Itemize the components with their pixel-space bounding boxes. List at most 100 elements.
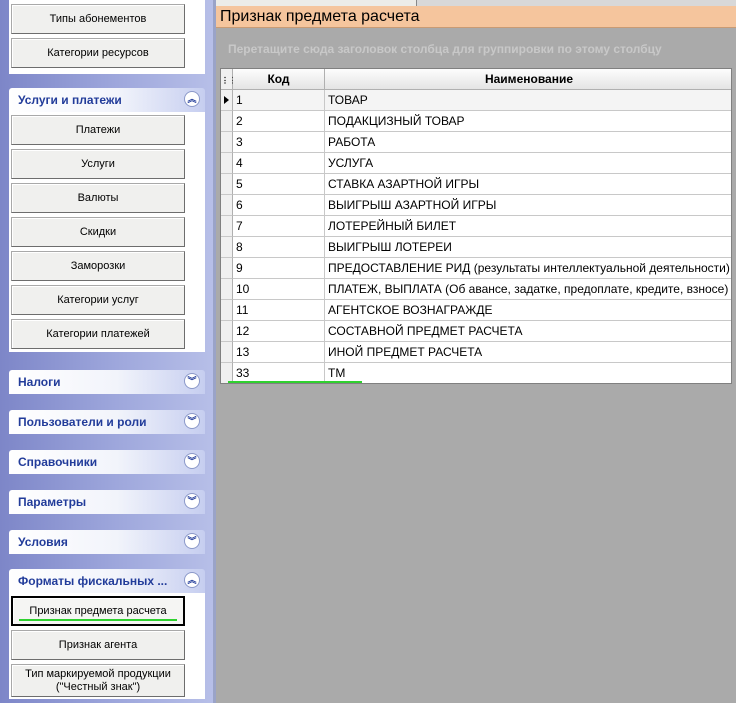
row-indicator[interactable] xyxy=(221,174,233,195)
cell-code[interactable]: 6 xyxy=(233,195,325,216)
row-indicator[interactable] xyxy=(221,132,233,153)
group-by-panel[interactable]: Перетащите сюда заголовок столбца для гр… xyxy=(216,28,736,66)
cell-name[interactable]: ВЫИГРЫШ АЗАРТНОЙ ИГРЫ xyxy=(325,195,731,216)
cell-code[interactable]: 2 xyxy=(233,111,325,132)
table-row[interactable]: 12 СОСТАВНОЙ ПРЕДМЕТ РАСЧЕТА xyxy=(221,321,731,342)
row-indicator[interactable] xyxy=(221,321,233,342)
table-row[interactable]: 8 ВЫИГРЫШ ЛОТЕРЕИ xyxy=(221,237,731,258)
chevron-down-icon[interactable]: ︾ xyxy=(184,533,200,549)
row-indicator[interactable] xyxy=(221,342,233,363)
column-header-name[interactable]: Наименование xyxy=(325,69,731,90)
cell-name[interactable]: ПОДАКЦИЗНЫЙ ТОВАР xyxy=(325,111,731,132)
cell-code[interactable]: 3 xyxy=(233,132,325,153)
cell-code[interactable]: 4 xyxy=(233,153,325,174)
navigation-panel: Типы абонементов Категории ресурсов Услу… xyxy=(0,0,213,703)
cell-code[interactable]: 8 xyxy=(233,237,325,258)
table-row[interactable]: 9 ПРЕДОСТАВЛЕНИЕ РИД (результаты интеллек… xyxy=(221,258,731,279)
group-title: Параметры xyxy=(18,495,87,509)
table-row[interactable]: 7 ЛОТЕРЕЙНЫЙ БИЛЕТ xyxy=(221,216,731,237)
payment-categories-button[interactable]: Категории платежей xyxy=(11,319,185,349)
row-indicator[interactable] xyxy=(221,195,233,216)
row-indicator[interactable] xyxy=(221,90,233,111)
group-header-users-roles[interactable]: Пользователи и роли ︾ xyxy=(9,410,205,434)
group-title: Налоги xyxy=(18,375,61,389)
row-indicator[interactable] xyxy=(221,153,233,174)
table-row[interactable]: 2 ПОДАКЦИЗНЫЙ ТОВАР xyxy=(221,111,731,132)
payments-button[interactable]: Платежи xyxy=(11,115,185,145)
discounts-button[interactable]: Скидки xyxy=(11,217,185,247)
cell-code[interactable]: 13 xyxy=(233,342,325,363)
group-header-directories[interactable]: Справочники ︾ xyxy=(9,450,205,474)
subscription-types-button[interactable]: Типы абонементов xyxy=(11,4,185,34)
table-row[interactable]: 13 ИНОЙ ПРЕДМЕТ РАСЧЕТА xyxy=(221,342,731,363)
cell-name[interactable]: ЛОТЕРЕЙНЫЙ БИЛЕТ xyxy=(325,216,731,237)
row-indicator[interactable] xyxy=(221,216,233,237)
group-header-parameters[interactable]: Параметры ︾ xyxy=(9,490,205,514)
top-group-body: Типы абонементов Категории ресурсов xyxy=(9,0,205,74)
focus-underline xyxy=(19,619,177,621)
chevron-up-icon[interactable]: ︽ xyxy=(184,572,200,588)
cell-name[interactable]: СОСТАВНОЙ ПРЕДМЕТ РАСЧЕТА xyxy=(325,321,731,342)
group-title: Справочники xyxy=(18,455,98,469)
row-indicator[interactable] xyxy=(221,258,233,279)
cell-code[interactable]: 7 xyxy=(233,216,325,237)
currencies-button[interactable]: Валюты xyxy=(11,183,185,213)
payment-subject-button[interactable]: Признак предмета расчета xyxy=(11,596,185,626)
cell-code[interactable]: 12 xyxy=(233,321,325,342)
table-row[interactable]: 4 УСЛУГА xyxy=(221,153,731,174)
row-indicator[interactable] xyxy=(221,279,233,300)
group-header-conditions[interactable]: Условия ︾ xyxy=(9,530,205,554)
cell-code[interactable]: 9 xyxy=(233,258,325,279)
cell-name[interactable]: ИНОЙ ПРЕДМЕТ РАСЧЕТА xyxy=(325,342,731,363)
cell-name[interactable]: СТАВКА АЗАРТНОЙ ИГРЫ xyxy=(325,174,731,195)
table-row[interactable]: 5 СТАВКА АЗАРТНОЙ ИГРЫ xyxy=(221,174,731,195)
table-row[interactable]: 6 ВЫИГРЫШ АЗАРТНОЙ ИГРЫ xyxy=(221,195,731,216)
cell-name[interactable]: РАБОТА xyxy=(325,132,731,153)
row-indicator[interactable] xyxy=(221,111,233,132)
cell-name[interactable]: ТОВАР xyxy=(325,90,731,111)
row-indicator-header[interactable]: ⋮⋮ xyxy=(221,69,237,90)
group-by-hint: Перетащите сюда заголовок столбца для гр… xyxy=(228,42,662,56)
cell-name[interactable]: ВЫИГРЫШ ЛОТЕРЕИ xyxy=(325,237,731,258)
table-row[interactable]: 1 ТОВАР xyxy=(221,90,731,111)
row-indicator[interactable] xyxy=(221,237,233,258)
services-group-body: Платежи Услуги Валюты Скидки Заморозки К… xyxy=(9,112,205,352)
group-title: Услуги и платежи xyxy=(18,93,122,107)
chevron-up-icon[interactable]: ︽ xyxy=(184,91,200,107)
freezes-button[interactable]: Заморозки xyxy=(11,251,185,281)
group-header-taxes[interactable]: Налоги ︾ xyxy=(9,370,205,394)
cell-name[interactable]: ТМ xyxy=(325,363,731,383)
services-button[interactable]: Услуги xyxy=(11,149,185,179)
chevron-down-icon[interactable]: ︾ xyxy=(184,493,200,509)
cell-code[interactable]: 1 xyxy=(233,90,325,111)
row-indicator[interactable] xyxy=(221,300,233,321)
page-title: Признак предмета расчета xyxy=(216,6,736,28)
chevron-down-icon[interactable]: ︾ xyxy=(184,453,200,469)
cell-name[interactable]: УСЛУГА xyxy=(325,153,731,174)
cell-code[interactable]: 10 xyxy=(233,279,325,300)
content-panel: Признак предмета расчета Перетащите сюда… xyxy=(216,0,736,703)
group-header-fiscal-formats[interactable]: Форматы фискальных ... ︽ xyxy=(9,569,205,593)
agent-sign-button[interactable]: Признак агента xyxy=(11,630,185,660)
column-header-code[interactable]: Код xyxy=(233,69,325,90)
fiscal-group-body: Признак предмета расчета Признак агента … xyxy=(9,593,205,699)
marked-product-type-button[interactable]: Тип маркируемой продукции ("Честный знак… xyxy=(11,664,185,697)
cell-name[interactable]: ПРЕДОСТАВЛЕНИЕ РИД (результаты интеллект… xyxy=(325,258,731,279)
group-header-services[interactable]: Услуги и платежи ︽ xyxy=(9,88,205,112)
focus-underline xyxy=(228,381,362,383)
chevron-down-icon[interactable]: ︾ xyxy=(184,373,200,389)
service-categories-button[interactable]: Категории услуг xyxy=(11,285,185,315)
cell-name[interactable]: ПЛАТЕЖ, ВЫПЛАТА (Об авансе, задатке, пре… xyxy=(325,279,731,300)
group-title: Пользователи и роли xyxy=(18,415,147,429)
group-title: Форматы фискальных ... xyxy=(18,574,168,588)
cell-code[interactable]: 11 xyxy=(233,300,325,321)
resource-categories-button[interactable]: Категории ресурсов xyxy=(11,38,185,68)
table-row[interactable]: 10 ПЛАТЕЖ, ВЫПЛАТА (Об авансе, задатке, п… xyxy=(221,279,731,300)
chevron-down-icon[interactable]: ︾ xyxy=(184,413,200,429)
cell-code[interactable]: 5 xyxy=(233,174,325,195)
group-title: Условия xyxy=(18,535,68,549)
table-row[interactable]: 11 АГЕНТСКОЕ ВОЗНАГРАЖДЕ xyxy=(221,300,731,321)
cell-name[interactable]: АГЕНТСКОЕ ВОЗНАГРАЖДЕ xyxy=(325,300,731,321)
table-row[interactable]: 3 РАБОТА xyxy=(221,132,731,153)
row-pointer-icon xyxy=(224,96,229,104)
